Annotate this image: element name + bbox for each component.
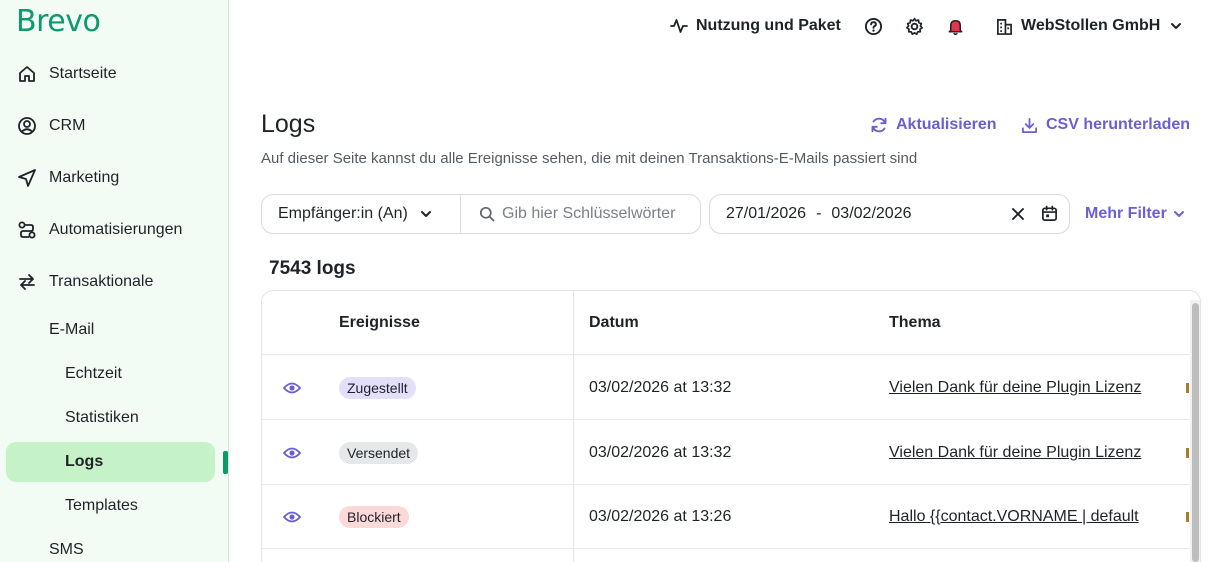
workflow-icon bbox=[17, 220, 37, 240]
sidebar-item-label: SMS bbox=[49, 541, 84, 558]
brevo-logo[interactable]: Brevo bbox=[16, 4, 101, 39]
view-icon[interactable] bbox=[283, 356, 301, 420]
usage-label: Nutzung und Paket bbox=[696, 17, 841, 34]
help-icon bbox=[864, 17, 883, 36]
table-row[interactable]: Versendet 03/02/2026 at 13:32 Vielen Dan… bbox=[262, 421, 1192, 485]
event-badge: Zugestellt bbox=[339, 377, 416, 399]
bell-icon bbox=[946, 17, 965, 36]
date-cell: 03/02/2026 at 13:32 bbox=[589, 444, 732, 461]
sidebar-item-label: Marketing bbox=[49, 169, 120, 186]
csv-label: CSV herunterladen bbox=[1046, 116, 1191, 133]
sidebar-item-label: Startseite bbox=[49, 65, 117, 82]
download-icon bbox=[1021, 117, 1038, 134]
sidebar-item-crm[interactable]: CRM bbox=[0, 106, 228, 146]
view-icon[interactable] bbox=[283, 421, 301, 485]
more-filters-label: Mehr Filter bbox=[1085, 205, 1167, 222]
sidebar-item-label: Logs bbox=[65, 453, 104, 470]
settings-button[interactable] bbox=[905, 14, 924, 38]
event-badge: Versendet bbox=[339, 442, 419, 464]
date-to: 03/02/2026 bbox=[831, 205, 912, 222]
company-label: WebStollen GmbH bbox=[1021, 17, 1161, 34]
sidebar-item-label: Transaktionale bbox=[49, 273, 154, 290]
date-separator: - bbox=[816, 205, 822, 222]
sidebar: Brevo Startseite CRM Marketing Automatis… bbox=[0, 0, 229, 562]
column-edge-indicator bbox=[1186, 383, 1189, 393]
keyword-search-input[interactable]: Gib hier Schlüsselwörter bbox=[460, 194, 701, 234]
chevron-down-icon bbox=[420, 208, 432, 220]
company-menu[interactable]: WebStollen GmbH bbox=[996, 14, 1182, 38]
sidebar-item-echtzeit[interactable]: Echtzeit bbox=[0, 354, 228, 394]
gear-icon bbox=[905, 17, 924, 36]
calendar-icon[interactable] bbox=[1041, 205, 1058, 222]
recipient-filter-label: Empfänger:in (An) bbox=[278, 205, 408, 222]
sidebar-item-label: E-Mail bbox=[49, 321, 95, 338]
search-icon bbox=[479, 206, 495, 222]
activity-icon bbox=[670, 17, 688, 35]
notifications-button[interactable] bbox=[946, 14, 965, 38]
table-header-row: Ereignisse Datum Thema bbox=[262, 291, 1192, 355]
subject-link[interactable]: Hallo {{contact.VORNAME | default bbox=[889, 485, 1139, 549]
page-title: Logs bbox=[261, 110, 316, 138]
logs-count: 7543 logs bbox=[269, 258, 356, 279]
scrollbar-thumb[interactable] bbox=[1192, 303, 1199, 562]
send-icon bbox=[17, 168, 37, 188]
refresh-button[interactable]: Aktualisieren bbox=[870, 116, 996, 134]
user-circle-icon bbox=[17, 116, 37, 136]
column-edge-indicator bbox=[1186, 448, 1189, 458]
date-range-picker[interactable]: 27/01/2026 - 03/02/2026 bbox=[709, 194, 1070, 234]
refresh-label: Aktualisieren bbox=[896, 116, 997, 133]
header-subject[interactable]: Thema bbox=[889, 291, 941, 355]
sidebar-item-label: Automatisierungen bbox=[49, 221, 183, 238]
view-icon[interactable] bbox=[283, 485, 301, 549]
chevron-down-icon bbox=[1170, 20, 1182, 32]
home-icon bbox=[17, 64, 37, 84]
sidebar-item-marketing[interactable]: Marketing bbox=[0, 158, 228, 198]
sidebar-item-statistiken[interactable]: Statistiken bbox=[0, 398, 228, 438]
logs-table: Ereignisse Datum Thema Zugestellt 03/02/… bbox=[261, 290, 1201, 562]
csv-download-button[interactable]: CSV herunterladen bbox=[1021, 116, 1190, 134]
sidebar-item-label: Statistiken bbox=[65, 409, 139, 426]
sidebar-item-label: Templates bbox=[65, 497, 138, 514]
date-from: 27/01/2026 bbox=[726, 205, 807, 222]
column-edge-indicator bbox=[1186, 512, 1189, 522]
chevron-down-icon bbox=[1173, 208, 1185, 220]
header-date[interactable]: Datum bbox=[589, 291, 639, 355]
event-badge: Blockiert bbox=[339, 506, 409, 528]
refresh-icon bbox=[870, 116, 888, 134]
swap-arrows-icon bbox=[17, 272, 37, 292]
date-cell: 03/02/2026 at 13:26 bbox=[589, 508, 732, 525]
sidebar-item-templates[interactable]: Templates bbox=[0, 486, 228, 526]
sidebar-item-sms[interactable]: SMS bbox=[0, 530, 228, 562]
sidebar-item-label: Echtzeit bbox=[65, 365, 122, 382]
sidebar-item-logs[interactable]: Logs bbox=[6, 442, 215, 482]
sidebar-item-startseite[interactable]: Startseite bbox=[0, 54, 228, 94]
event-badge-cell: Blockiert bbox=[339, 485, 409, 549]
sidebar-item-label: CRM bbox=[49, 117, 86, 134]
clear-date-icon[interactable] bbox=[1011, 207, 1025, 221]
subject-link[interactable]: Vielen Dank für deine Plugin Lizenz bbox=[889, 421, 1141, 485]
building-icon bbox=[996, 18, 1013, 35]
table-row[interactable]: Zugestellt 03/02/2026 at 13:32 Vielen Da… bbox=[262, 356, 1192, 420]
table-row[interactable]: Blockiert 03/02/2026 at 13:26 Hallo {{co… bbox=[262, 485, 1192, 549]
help-button[interactable] bbox=[864, 14, 883, 38]
event-badge-cell: Versendet bbox=[339, 421, 419, 485]
subject-link[interactable]: Vielen Dank für deine Plugin Lizenz bbox=[889, 356, 1141, 420]
page-description: Auf dieser Seite kannst du alle Ereignis… bbox=[261, 150, 918, 167]
header-events[interactable]: Ereignisse bbox=[339, 291, 420, 355]
recipient-filter-dropdown[interactable]: Empfänger:in (An) bbox=[261, 194, 461, 234]
sidebar-item-transaktionale[interactable]: Transaktionale bbox=[0, 262, 228, 302]
date-cell: 03/02/2026 at 13:32 bbox=[589, 379, 732, 396]
sidebar-item-email[interactable]: E-Mail bbox=[0, 310, 228, 350]
usage-plan-link[interactable]: Nutzung und Paket bbox=[670, 14, 841, 38]
more-filters-button[interactable]: Mehr Filter bbox=[1085, 205, 1185, 223]
search-placeholder: Gib hier Schlüsselwörter bbox=[502, 205, 676, 222]
event-badge-cell: Zugestellt bbox=[339, 356, 416, 420]
active-indicator bbox=[223, 451, 228, 474]
sidebar-item-automatisierungen[interactable]: Automatisierungen bbox=[0, 210, 228, 250]
